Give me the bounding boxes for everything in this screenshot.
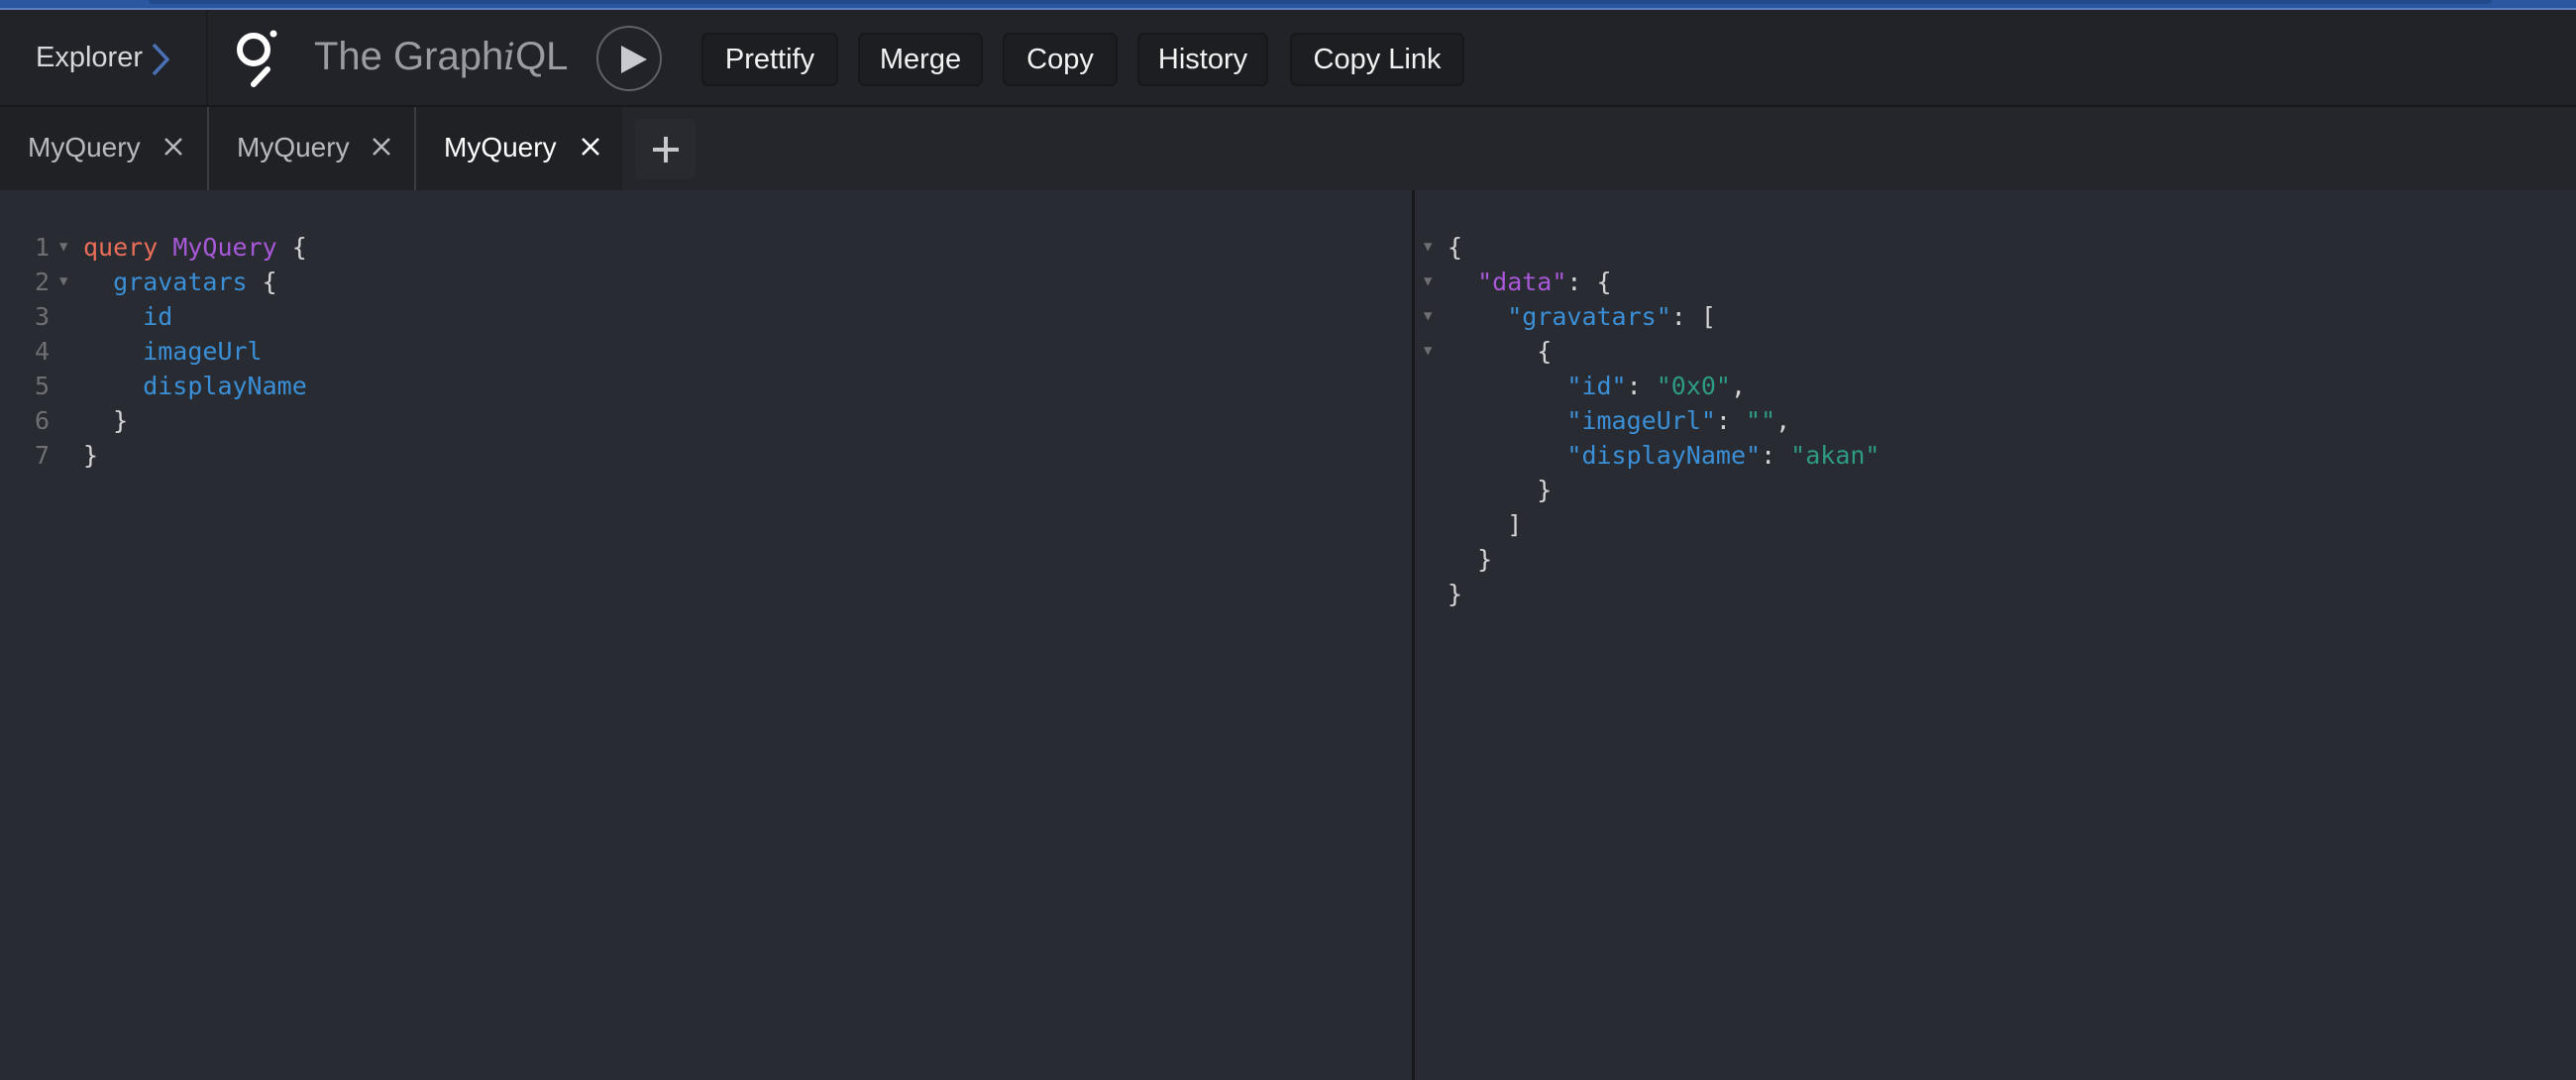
code-token-punct: } (113, 406, 129, 435)
code-token-punct: { (1448, 233, 1463, 262)
code-token-punct: { (276, 233, 307, 262)
code-token-punct: } (1537, 476, 1553, 504)
browser-top-strip (0, 0, 2576, 10)
code-line: "displayName": "akan" (1566, 438, 1879, 473)
code-line: query MyQuery { (83, 230, 307, 265)
query-tab-active[interactable]: MyQuery (416, 107, 622, 190)
code-token-punct (158, 233, 172, 262)
code-token-punct: , (1775, 406, 1791, 435)
line-number: 7 (34, 441, 50, 470)
explorer-toggle-button[interactable]: Explorer (0, 10, 206, 105)
code-token-field: displayName (143, 372, 307, 400)
code-line: displayName (143, 369, 307, 403)
fold-arrow-icon[interactable]: ▼ (59, 230, 67, 265)
the-graph-logo-icon (234, 30, 279, 92)
code-token-punct: , (1730, 372, 1747, 400)
line-number: 1 (34, 233, 50, 262)
copy-link-button[interactable]: Copy Link (1290, 33, 1464, 86)
result-viewer: ▼ { ▼ "data": { ▼ "gravatars": [ ▼ { "id": "0x0"… (1415, 190, 2576, 1080)
history-button[interactable]: History (1137, 33, 1268, 86)
code-line: "id": "0x0", (1566, 369, 1746, 403)
code-token-def: "data" (1477, 268, 1567, 296)
code-token-field: "gravatars" (1507, 302, 1671, 331)
top-strip-shade (149, 0, 2492, 4)
code-token-kw: query (83, 233, 159, 262)
prettify-button[interactable]: Prettify (701, 33, 838, 86)
code-token-punct: : [ (1670, 302, 1716, 331)
query-tab[interactable]: MyQuery (209, 107, 414, 190)
explorer-divider (206, 10, 208, 105)
fold-arrow-icon[interactable]: ▼ (1424, 299, 1432, 334)
code-token-punct: } (1477, 545, 1493, 574)
code-token-field: imageUrl (143, 337, 263, 366)
code-line: imageUrl (143, 334, 262, 369)
line-number: 6 (34, 406, 50, 435)
code-token-punct: ] (1507, 510, 1523, 539)
code-token-punct: : { (1566, 268, 1612, 296)
app-title: The GraphiQL (314, 35, 568, 79)
app-title-part: The Graph (314, 35, 504, 78)
add-tab-button[interactable] (635, 119, 696, 179)
tab-label: MyQuery (237, 132, 350, 162)
line-number: 3 (34, 302, 50, 331)
close-tab-icon[interactable] (579, 135, 602, 159)
code-line: } (83, 438, 98, 473)
app-title-italic: i (503, 36, 516, 78)
code-token-str: "akan" (1790, 441, 1880, 470)
code-line: gravatars { (113, 265, 277, 299)
code-line: ] (1507, 507, 1522, 542)
code-token-punct: : (1761, 441, 1791, 470)
code-token-field: "id" (1566, 372, 1627, 400)
fold-arrow-icon[interactable]: ▼ (59, 265, 67, 299)
code-token-punct: } (1448, 580, 1463, 608)
copy-button[interactable]: Copy (1003, 33, 1118, 86)
app-title-part: QL (515, 35, 569, 78)
code-line: } (1477, 542, 1492, 577)
code-token-punct: { (247, 268, 277, 296)
graphiql-toolbar: Explorer The GraphiQL Prettify Merge Cop… (0, 10, 2576, 105)
execute-query-button[interactable] (596, 26, 662, 91)
code-token-field: gravatars (113, 268, 248, 296)
code-token-punct: : (1626, 372, 1657, 400)
code-token-def: MyQuery (172, 233, 277, 262)
query-tab-bar: MyQuery MyQuery MyQuery (0, 107, 2576, 190)
line-number: 5 (34, 372, 50, 400)
query-editor[interactable]: 1 ▼ query MyQuery {2 ▼ gravatars {3 id 4 imageU… (0, 190, 1412, 1080)
code-line: } (1448, 577, 1462, 611)
code-token-str: "0x0" (1656, 372, 1731, 400)
code-line: } (113, 403, 128, 438)
code-line: { (1448, 230, 1462, 265)
query-tab[interactable]: MyQuery (0, 107, 207, 190)
code-token-punct: } (83, 441, 99, 470)
tab-label: MyQuery (444, 132, 557, 162)
tab-label: MyQuery (28, 132, 141, 162)
fold-arrow-icon[interactable]: ▼ (1424, 265, 1432, 299)
explorer-label: Explorer (36, 42, 143, 73)
code-token-field: "imageUrl" (1566, 406, 1716, 435)
code-line: "gravatars": [ (1507, 299, 1716, 334)
code-token-punct: : (1715, 406, 1747, 435)
code-line: "imageUrl": "", (1566, 403, 1790, 438)
merge-button[interactable]: Merge (858, 33, 983, 86)
code-line: { (1537, 334, 1552, 369)
code-line: } (1537, 473, 1552, 507)
code-token-str: "" (1746, 406, 1776, 435)
code-token-punct: { (1537, 337, 1553, 366)
code-line: id (143, 299, 172, 334)
fold-arrow-icon[interactable]: ▼ (1424, 334, 1432, 369)
line-number: 4 (34, 337, 50, 366)
close-tab-icon[interactable] (161, 135, 185, 159)
code-line: "data": { (1477, 265, 1611, 299)
plus-icon (653, 137, 679, 162)
play-icon (621, 46, 647, 73)
line-number: 2 (34, 268, 50, 296)
fold-arrow-icon[interactable]: ▼ (1424, 230, 1432, 265)
close-tab-icon[interactable] (370, 135, 393, 159)
chevron-right-icon (151, 43, 170, 81)
code-token-field: id (143, 302, 173, 331)
code-token-field: "displayName" (1566, 441, 1762, 470)
